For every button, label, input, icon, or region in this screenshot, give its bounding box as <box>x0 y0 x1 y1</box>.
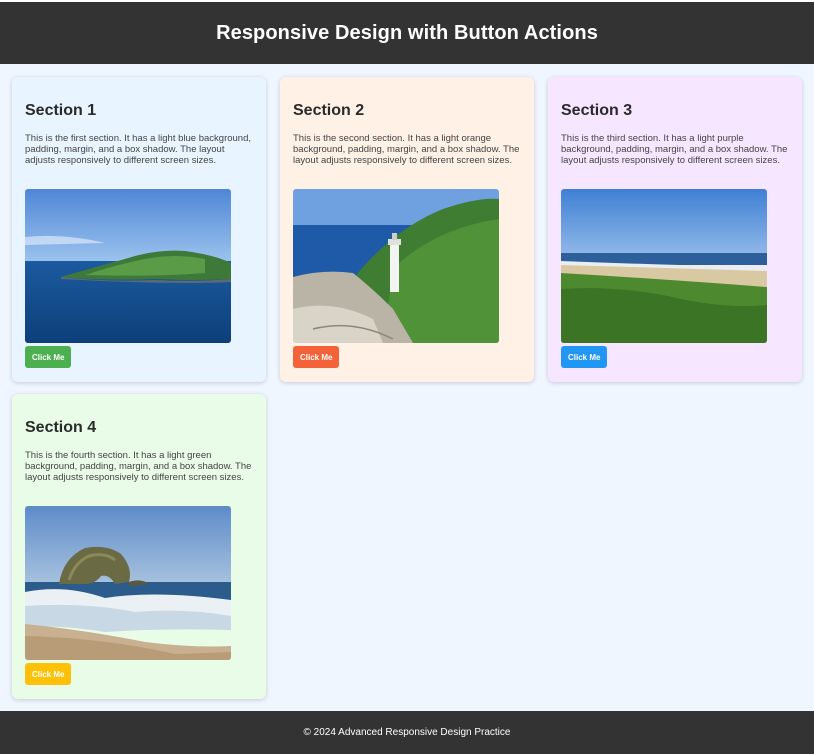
section-card-1: Section 1 This is the first section. It … <box>12 77 266 382</box>
click-me-button-1[interactable]: Click Me <box>25 346 72 368</box>
footer-copyright: © 2024 Advanced Responsive Design Practi… <box>303 727 511 738</box>
section-card-2: Section 2 This is the second section. It… <box>280 77 534 382</box>
lighthouse-coast-photo <box>293 189 499 343</box>
page-header: Responsive Design with Button Actions <box>0 2 814 64</box>
page-footer: © 2024 Advanced Responsive Design Practi… <box>0 711 814 754</box>
island-ocean-photo <box>25 189 231 343</box>
section-title: Section 2 <box>293 102 365 119</box>
click-me-button-4[interactable]: Click Me <box>25 663 72 685</box>
section-text: This is the second section. It has a lig… <box>293 133 520 167</box>
section-title: Section 1 <box>25 102 97 119</box>
section-text: This is the fourth section. It has a lig… <box>25 450 252 484</box>
page-title: Responsive Design with Button Actions <box>216 21 598 44</box>
beach-grass-photo <box>561 189 767 343</box>
section-text: This is the first section. It has a ligh… <box>25 133 252 167</box>
section-card-3: Section 3 This is the third section. It … <box>548 77 802 382</box>
sea-rock-waves-photo <box>25 506 231 660</box>
page: Responsive Design with Button Actions Se… <box>0 2 814 754</box>
section-card-4: Section 4 This is the fourth section. It… <box>12 394 266 699</box>
section-text: This is the third section. It has a ligh… <box>561 133 788 167</box>
section-title: Section 3 <box>561 102 633 119</box>
section-title: Section 4 <box>25 419 97 436</box>
click-me-button-2[interactable]: Click Me <box>293 346 340 368</box>
click-me-button-3[interactable]: Click Me <box>561 346 608 368</box>
